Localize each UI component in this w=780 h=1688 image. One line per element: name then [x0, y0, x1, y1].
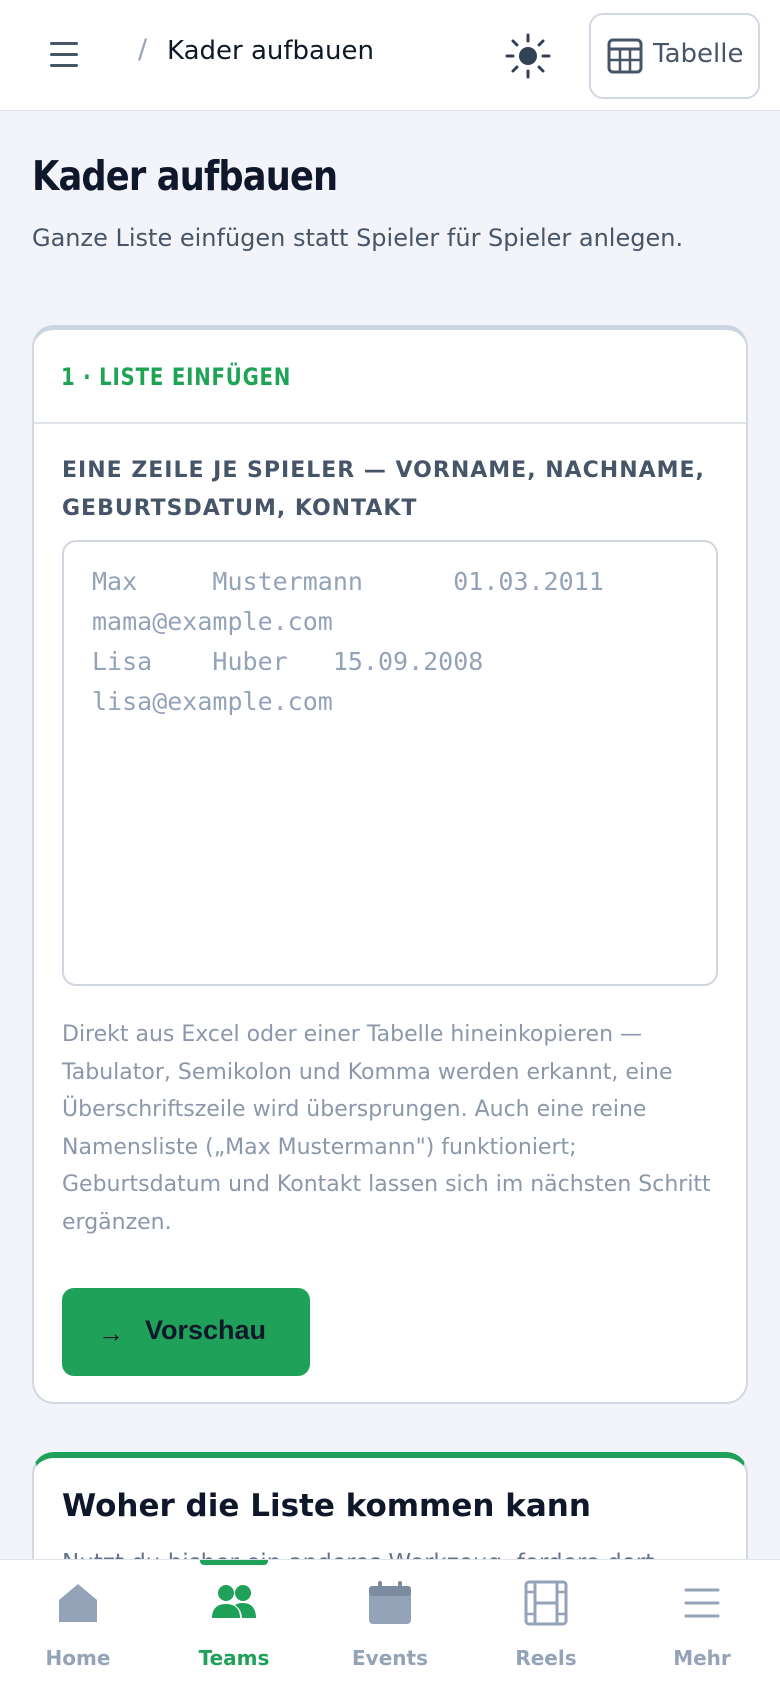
- paste-list-card: 1 · LISTE EINFÜGEN EINE ZEILE JE SPIELER…: [32, 325, 748, 1404]
- nav-label-home: Home: [45, 1646, 111, 1670]
- sun-icon: [505, 33, 551, 79]
- table-button-label: Tabelle: [653, 39, 744, 69]
- hamburger-menu-button[interactable]: [40, 35, 86, 75]
- preview-button-label: Vorschau: [145, 1315, 267, 1345]
- active-tab-indicator: [200, 1560, 268, 1565]
- breadcrumb-separator: /: [138, 34, 148, 65]
- field-label: EINE ZEILE JE SPIELER — VORNAME, NACHNAM…: [62, 458, 705, 521]
- menu-line: [50, 64, 78, 67]
- help-text: Direkt aus Excel oder einer Tabelle hine…: [62, 1022, 711, 1235]
- arrow-right-icon: →: [98, 1318, 124, 1348]
- menu-line: [50, 42, 78, 45]
- nav-label-events: Events: [352, 1646, 428, 1670]
- page-title: Kader aufbauen: [32, 152, 338, 200]
- player-list-textarea[interactable]: [62, 540, 718, 986]
- top-bar: / Kader aufbauen Tabelle: [0, 0, 780, 111]
- breadcrumb-current: Kader aufbauen: [167, 36, 374, 66]
- page-subtitle: Ganze Liste einfügen statt Spieler für S…: [32, 224, 684, 252]
- nav-label-more: Mehr: [673, 1646, 731, 1670]
- table-icon: [607, 38, 643, 74]
- nav-label-teams: Teams: [198, 1646, 270, 1670]
- table-view-button[interactable]: Tabelle: [589, 13, 760, 99]
- step-heading: 1 · LISTE EINFÜGEN: [61, 363, 292, 391]
- menu-line: [50, 53, 78, 56]
- nav-label-reels: Reels: [515, 1646, 577, 1670]
- bottom-navigation: Home Teams Events Reels Mehr: [0, 1559, 780, 1688]
- nav-item-reels[interactable]: Reels: [468, 1560, 624, 1688]
- preview-button[interactable]: → Vorschau: [62, 1288, 310, 1376]
- menu-icon: [684, 1588, 720, 1618]
- nav-item-events[interactable]: Events: [312, 1560, 468, 1688]
- calendar-icon: [369, 1581, 411, 1624]
- teams-icon: [212, 1585, 256, 1618]
- nav-item-more[interactable]: Mehr: [624, 1560, 780, 1688]
- nav-item-teams[interactable]: Teams: [156, 1560, 312, 1688]
- theme-toggle-button[interactable]: [502, 30, 554, 82]
- source-card-title: Woher die Liste kommen kann: [62, 1488, 591, 1524]
- home-icon: [59, 1584, 97, 1622]
- nav-item-home[interactable]: Home: [0, 1560, 156, 1688]
- card-header: 1 · LISTE EINFÜGEN: [34, 330, 746, 424]
- film-icon: [524, 1580, 568, 1626]
